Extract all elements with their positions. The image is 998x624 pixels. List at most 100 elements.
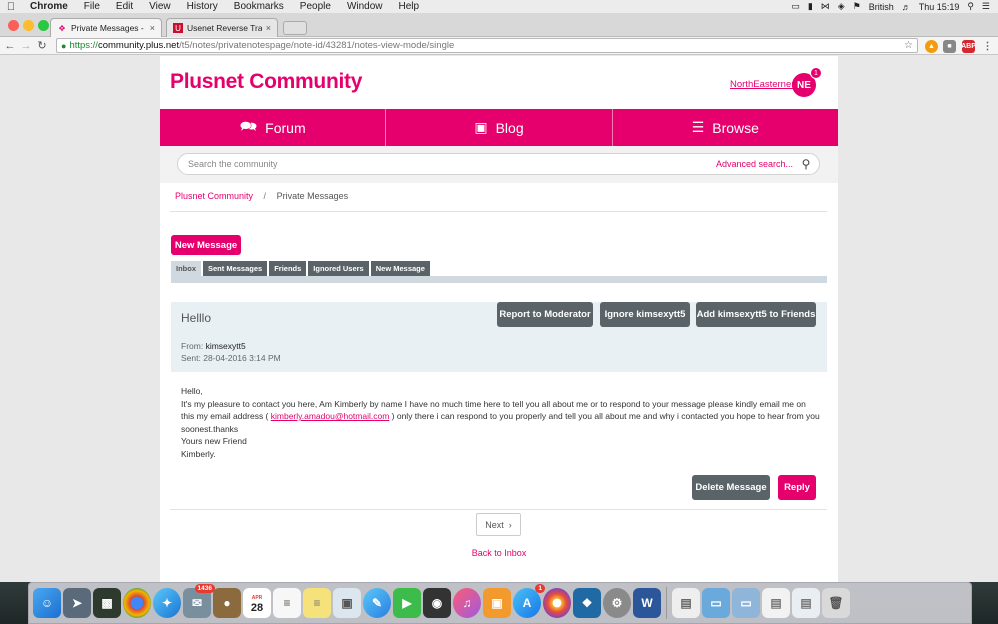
forward-arrow-icon[interactable]: →: [18, 40, 34, 52]
nav-blog[interactable]: ▣ Blog: [386, 109, 613, 146]
downloads-folder-icon[interactable]: ▭: [702, 588, 730, 618]
ibooks-icon[interactable]: ▣: [483, 588, 511, 618]
photos-icon[interactable]: [543, 588, 571, 618]
message-from: From: kimsexytt5: [181, 341, 246, 351]
preview-icon[interactable]: ▣: [333, 588, 361, 618]
browser-tabstrip: ✥ Private Messages - Plusne × U Usenet R…: [0, 13, 998, 37]
menu-app-name[interactable]: Chrome: [22, 1, 76, 12]
input-language[interactable]: British: [869, 2, 894, 12]
activity-monitor-icon[interactable]: ▩: [93, 588, 121, 618]
macos-dock: ☺ ➤ ▩ ✦ ✉ 1436 ● APR 28 ≡ ≡ ▣ ✎ ▶ ◉ ♫ ▣ A1…: [28, 582, 972, 624]
email-link[interactable]: kimberly.amadou@hotmail.com: [271, 411, 390, 421]
tab-usenet-traceroute[interactable]: U Usenet Reverse Traceroute ×: [166, 18, 278, 37]
tab-inbox[interactable]: Inbox: [171, 261, 201, 276]
trash-icon[interactable]: 🗑: [822, 588, 850, 618]
system-preferences-icon[interactable]: ⚙: [603, 588, 631, 618]
tab-close-icon[interactable]: ×: [150, 23, 155, 33]
tab-sent-messages[interactable]: Sent Messages: [203, 261, 268, 276]
safari-icon[interactable]: ✦: [153, 588, 181, 618]
airplay-icon[interactable]: ▭: [791, 1, 800, 12]
wifi-icon[interactable]: ◈: [838, 1, 845, 12]
new-message-button[interactable]: New Message: [171, 235, 241, 255]
tab-new-message[interactable]: New Message: [370, 261, 430, 276]
window-minimize-icon[interactable]: [23, 20, 34, 31]
web-viewport: Plusnet Community NorthEasterner NE 1 🗪 …: [0, 56, 998, 582]
tab-private-messages[interactable]: ✥ Private Messages - Plusne ×: [50, 18, 162, 37]
add-to-friends-button[interactable]: Add kimsexytt5 to Friends: [696, 302, 816, 327]
ignore-user-button[interactable]: Ignore kimsexytt5: [600, 302, 690, 327]
nav-forum[interactable]: 🗪 Forum: [160, 109, 387, 146]
finder-icon[interactable]: ☺: [33, 588, 61, 618]
messages-icon[interactable]: ✎: [363, 588, 391, 618]
chrome-menu-icon[interactable]: ⋮: [981, 40, 994, 53]
menu-view[interactable]: View: [141, 1, 179, 12]
nav-browse[interactable]: ☰ Browse: [613, 109, 838, 146]
notification-center-icon[interactable]: ☰: [982, 1, 990, 12]
report-to-moderator-button[interactable]: Report to Moderator: [497, 302, 593, 327]
menu-bookmarks[interactable]: Bookmarks: [226, 1, 292, 12]
reminders-icon[interactable]: ≡: [273, 588, 301, 618]
volume-icon[interactable]: ♬: [902, 2, 911, 12]
spotlight-icon[interactable]: ⚲: [967, 1, 974, 12]
bluetooth-icon[interactable]: ⋈: [821, 1, 830, 12]
contacts-icon[interactable]: ●: [213, 588, 241, 618]
document-icon[interactable]: ▤: [672, 588, 700, 618]
menu-file[interactable]: File: [76, 1, 108, 12]
screenshot-icon[interactable]: ▤: [762, 588, 790, 618]
tab-close-icon[interactable]: ×: [266, 23, 271, 33]
breadcrumb-home-link[interactable]: Plusnet Community: [175, 191, 253, 201]
divider: [170, 211, 827, 212]
app-store-icon[interactable]: A1: [513, 584, 545, 618]
tab-title: Private Messages - Plusne: [71, 23, 146, 33]
screenshot-2-icon[interactable]: ▤: [792, 588, 820, 618]
photo-booth-icon[interactable]: ◉: [423, 588, 451, 618]
new-tab-button[interactable]: [283, 21, 307, 35]
site-logo[interactable]: Plusnet Community: [170, 70, 362, 94]
mail-icon[interactable]: ✉ 1436: [183, 584, 215, 618]
reply-button[interactable]: Reply: [778, 475, 816, 500]
menu-window[interactable]: Window: [339, 1, 391, 12]
calendar-icon[interactable]: APR 28: [243, 588, 271, 618]
chrome-icon[interactable]: [123, 588, 151, 618]
username-link[interactable]: NorthEasterner: [730, 79, 794, 90]
tab-ignored-users[interactable]: Ignored Users: [308, 261, 369, 276]
documents-folder-icon[interactable]: ▭: [732, 588, 760, 618]
nav-forum-label: Forum: [265, 119, 306, 136]
menu-help[interactable]: Help: [391, 1, 428, 12]
notes-icon[interactable]: ≡: [303, 588, 331, 618]
window-zoom-icon[interactable]: [38, 20, 49, 31]
delete-message-button[interactable]: Delete Message: [692, 475, 770, 500]
community-search-input[interactable]: Search the community Advanced search... …: [177, 153, 820, 175]
from-user[interactable]: kimsexytt5: [206, 341, 246, 351]
apple-menu-icon[interactable]: : [0, 1, 22, 13]
search-placeholder: Search the community: [188, 159, 278, 169]
breadcrumb-separator: /: [263, 191, 267, 201]
menu-people[interactable]: People: [292, 1, 339, 12]
adblock-plus-icon[interactable]: ABP: [961, 40, 976, 53]
facetime-icon[interactable]: ▶: [393, 588, 421, 618]
search-icon[interactable]: ⚲: [799, 157, 813, 171]
menu-edit[interactable]: Edit: [108, 1, 141, 12]
address-bar[interactable]: ● https://community.plus.net/t5/notes/pr…: [56, 38, 918, 53]
dock-separator: [666, 587, 667, 619]
flag-icon[interactable]: ⚑: [853, 1, 861, 12]
body-signature: Kimberly.: [181, 448, 216, 459]
notification-badge[interactable]: 1: [810, 67, 822, 79]
next-message-button[interactable]: Next ›: [476, 513, 521, 536]
word-icon[interactable]: W: [633, 588, 661, 618]
back-to-inbox-link[interactable]: Back to Inbox: [160, 548, 838, 558]
bookmark-star-icon[interactable]: ☆: [904, 40, 913, 51]
menu-history[interactable]: History: [179, 1, 226, 12]
battery-icon[interactable]: ▮: [808, 1, 813, 12]
kodi-icon[interactable]: ❖: [573, 588, 601, 618]
advanced-search-link[interactable]: Advanced search...: [716, 159, 793, 169]
extension-puzzle-icon[interactable]: ■: [943, 40, 956, 53]
tab-friends[interactable]: Friends: [269, 261, 307, 276]
menubar-clock[interactable]: Thu 15:19: [919, 2, 960, 12]
back-arrow-icon[interactable]: ←: [2, 40, 18, 52]
itunes-icon[interactable]: ♫: [453, 588, 481, 618]
reload-icon[interactable]: ↻: [34, 39, 50, 52]
launchpad-icon[interactable]: ➤: [63, 588, 91, 618]
window-close-icon[interactable]: [8, 20, 19, 31]
extension-fire-icon[interactable]: ▲: [925, 40, 938, 53]
